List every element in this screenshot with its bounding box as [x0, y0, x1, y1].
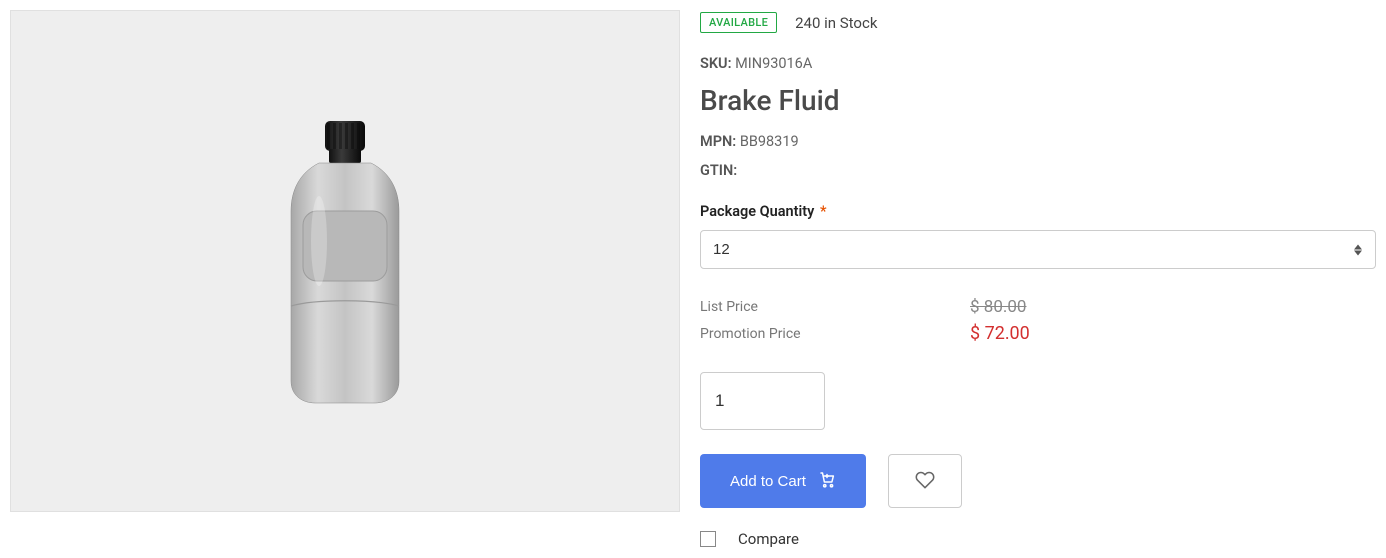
package-quantity-label-text: Package Quantity: [700, 203, 814, 220]
stock-count: 240 in Stock: [795, 14, 877, 32]
product-image[interactable]: [10, 10, 680, 512]
product-title: Brake Fluid: [700, 84, 1376, 117]
gtin-line: GTIN:: [700, 162, 1376, 179]
mpn-line: MPN: BB98319: [700, 133, 1376, 150]
promotion-price-value: $ 72.00: [970, 323, 1030, 344]
product-bottle-graphic: [255, 111, 435, 411]
sku-label: SKU:: [700, 55, 732, 72]
wishlist-button[interactable]: [888, 454, 962, 508]
mpn-value: BB98319: [740, 133, 799, 150]
list-price-label: List Price: [700, 299, 970, 315]
promotion-price-label: Promotion Price: [700, 326, 970, 342]
package-quantity-select[interactable]: 12: [700, 230, 1376, 269]
add-to-cart-label: Add to Cart: [730, 473, 806, 490]
add-to-cart-button[interactable]: Add to Cart: [700, 454, 866, 508]
required-indicator: *: [820, 203, 827, 220]
mpn-label: MPN:: [700, 133, 736, 150]
quantity-input[interactable]: [700, 372, 825, 430]
heart-icon: [915, 470, 935, 493]
package-quantity-label: Package Quantity *: [700, 203, 1376, 220]
sku-value: MIN93016A: [735, 55, 812, 72]
compare-checkbox[interactable]: [700, 531, 716, 547]
list-price-value: $ 80.00: [970, 297, 1026, 317]
gtin-label: GTIN:: [700, 162, 737, 179]
sku-line: SKU: MIN93016A: [700, 55, 1376, 72]
availability-badge: AVAILABLE: [700, 12, 777, 33]
cart-icon: [818, 470, 836, 492]
compare-label: Compare: [738, 530, 799, 548]
